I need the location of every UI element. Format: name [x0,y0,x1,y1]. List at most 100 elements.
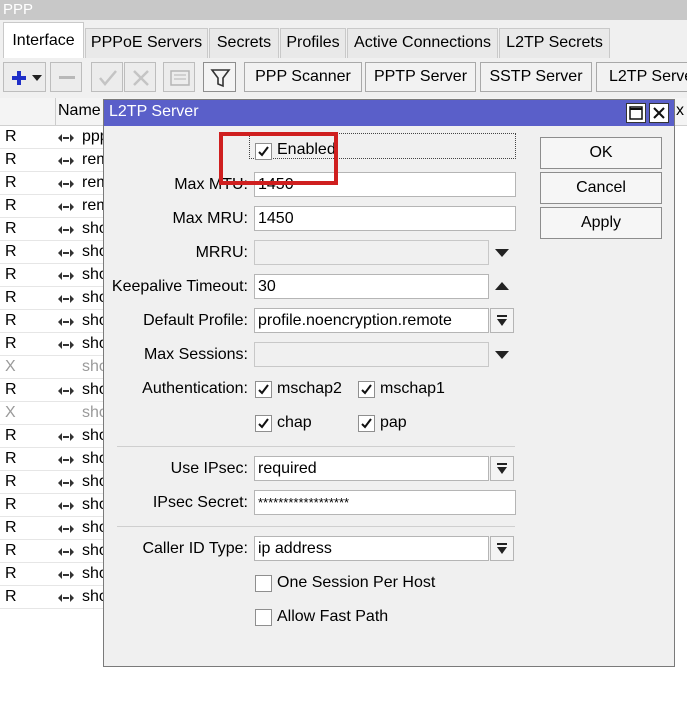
maximize-button[interactable] [626,103,646,123]
disable-icon [133,70,149,86]
row-flag: R [5,266,17,283]
tab-profiles[interactable]: Profiles [280,28,346,58]
chap-checkbox[interactable] [255,415,272,432]
caller-id-select[interactable]: ip address [254,536,489,561]
table-row[interactable]: Rsho [0,241,108,264]
ppp-scanner-button[interactable]: PPP Scanner [244,62,362,92]
row-flag: R [5,381,17,398]
tab-active-connections[interactable]: Active Connections [347,28,498,58]
disable-button[interactable] [124,62,156,92]
caller-id-dropdown-button[interactable] [490,536,514,561]
interface-icon [58,180,74,188]
interface-icon [58,295,74,303]
interface-icon [58,548,74,556]
apply-button[interactable]: Apply [540,207,662,239]
highlight-annotation [219,132,338,185]
pptp-server-button[interactable]: PPTP Server [365,62,476,92]
maximize-icon [629,106,643,120]
table-row[interactable]: Rsho [0,287,108,310]
dropdown-arrow-icon [497,463,507,474]
tab-pppoe-servers[interactable]: PPPoE Servers [85,28,208,58]
row-flag: R [5,289,17,306]
use-ipsec-select[interactable]: required [254,456,489,481]
section-divider [117,526,515,527]
column-header-tail: x [676,102,684,119]
pap-label: pap [380,414,407,431]
remove-button[interactable] [50,62,82,92]
table-row[interactable]: Rsho [0,310,108,333]
column-separator [55,98,56,125]
table-row[interactable]: Rsho [0,448,108,471]
table-row[interactable]: Xsho [0,356,108,379]
add-button[interactable] [3,62,46,92]
max-sessions-field[interactable] [254,342,489,367]
table-row[interactable]: Rrem [0,195,110,218]
row-flag: R [5,151,17,168]
fast-path-checkbox[interactable] [255,609,272,626]
interface-icon [58,594,74,602]
interface-icon [58,479,74,487]
table-row[interactable]: Rsho [0,218,108,241]
interface-icon [58,387,74,395]
table-row[interactable]: Rsho [0,517,108,540]
dialog-title-bar[interactable]: L2TP Server [104,100,674,126]
tab-bar: Interface PPPoE Servers Secrets Profiles… [0,20,687,59]
use-ipsec-dropdown-button[interactable] [490,456,514,481]
use-ipsec-label: Use IPsec: [170,460,248,477]
table-row[interactable]: Rsho [0,540,108,563]
row-flag: X [5,404,16,421]
tab-interface[interactable]: Interface [3,22,84,59]
table-row[interactable]: Rrem [0,172,110,195]
enable-icon [99,70,117,86]
table-row[interactable]: Rsho [0,333,108,356]
table-row[interactable]: Rppp [0,126,109,149]
enable-button[interactable] [91,62,123,92]
ipsec-secret-field[interactable]: ****************** [254,490,516,515]
sstp-server-button[interactable]: SSTP Server [480,62,592,92]
interface-icon [58,318,74,326]
column-header-name[interactable]: Name [58,102,101,120]
table-row[interactable]: Rsho [0,563,108,586]
row-flag: R [5,335,17,352]
remove-icon [59,76,75,79]
toolbar: PPP Scanner PPTP Server SSTP Server L2TP… [0,58,687,98]
table-row[interactable]: Rsho [0,264,108,287]
check-icon [258,384,269,395]
table-row[interactable]: Rsho [0,471,108,494]
interface-icon [58,456,74,464]
check-icon [361,418,372,429]
interface-icon [58,226,74,234]
l2tp-server-button[interactable]: L2TP Server [596,62,687,92]
keepalive-field[interactable]: 30 [254,274,489,299]
mschap2-checkbox[interactable] [255,381,272,398]
cancel-button[interactable]: Cancel [540,172,662,204]
keepalive-collapse-icon[interactable] [495,282,509,290]
table-row[interactable]: Rsho [0,494,108,517]
tab-secrets[interactable]: Secrets [209,28,279,58]
close-button[interactable] [649,103,669,123]
filter-button[interactable] [203,62,236,92]
mrru-field[interactable] [254,240,489,265]
table-row[interactable]: Xsho [0,402,108,425]
interface-icon [58,571,74,579]
mrru-expand-icon[interactable] [495,249,509,257]
default-profile-dropdown-button[interactable] [490,308,514,333]
row-flag: X [5,358,16,375]
interface-icon [58,433,74,441]
mschap1-checkbox[interactable] [358,381,375,398]
table-row[interactable]: Rsho [0,379,108,402]
table-row[interactable]: Rsho [0,425,108,448]
default-profile-select[interactable]: profile.noencryption.remote [254,308,489,333]
table-row[interactable]: Rsho [0,586,108,609]
tab-l2tp-secrets[interactable]: L2TP Secrets [499,28,610,58]
pap-checkbox[interactable] [358,415,375,432]
max-mru-field[interactable]: 1450 [254,206,516,231]
window-title-bar: PPP [0,0,687,20]
max-sessions-expand-icon[interactable] [495,351,509,359]
one-session-checkbox[interactable] [255,575,272,592]
max-mru-label: Max MRU: [172,210,248,227]
interface-icon [58,203,74,211]
ok-button[interactable]: OK [540,137,662,169]
comment-button[interactable] [163,62,195,92]
table-row[interactable]: Rrem [0,149,110,172]
